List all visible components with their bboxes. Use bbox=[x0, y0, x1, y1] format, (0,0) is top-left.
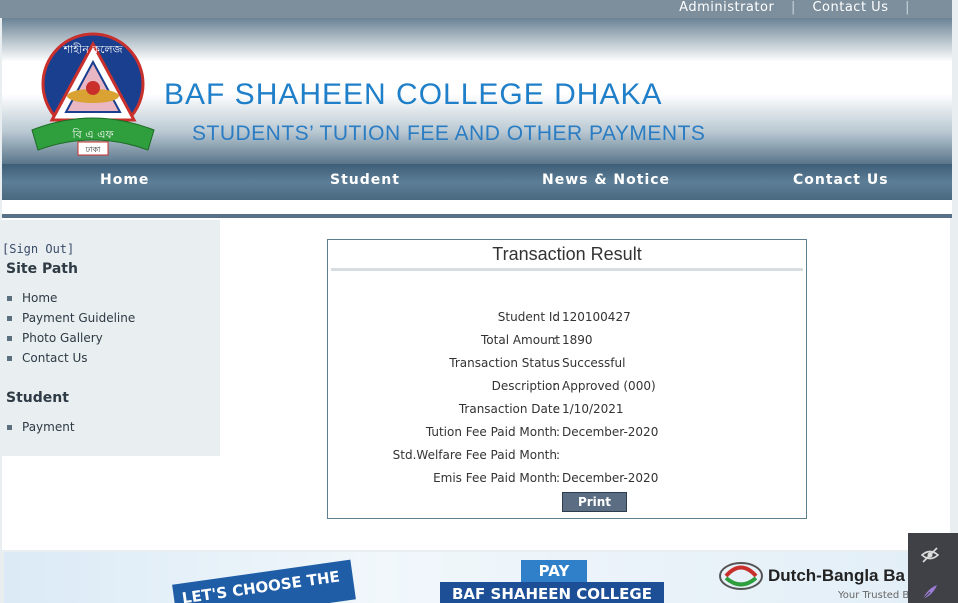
college-logo[interactable]: শাহীন কলেজ বি এ এফ ঢাকা bbox=[26, 26, 160, 156]
row-value: Approved (000) bbox=[562, 379, 656, 393]
row-label: Total Amount bbox=[481, 333, 560, 347]
row-student-id: Student Id:120100427 bbox=[328, 310, 806, 330]
row-colon: : bbox=[553, 356, 558, 370]
bullet-icon bbox=[7, 315, 12, 321]
row-value: Successful bbox=[562, 356, 626, 370]
site-path-heading: Site Path bbox=[6, 261, 78, 277]
nav-news-notice[interactable]: News & Notice bbox=[542, 172, 670, 188]
sidebar-item-payment-guideline[interactable]: Payment Guideline bbox=[7, 308, 135, 328]
eye-off-icon[interactable] bbox=[921, 546, 939, 564]
row-value: 1/10/2021 bbox=[562, 402, 624, 416]
top-links: Administrator | Contact Us | bbox=[673, 0, 916, 15]
college-subtitle: STUDENTS’ TUTION FEE AND OTHER PAYMENTS bbox=[192, 122, 706, 145]
sidebar-item-payment[interactable]: Payment bbox=[7, 417, 75, 437]
payment-banner[interactable]: LET'S CHOOSE THE PAY BAF SHAHEEN COLLEGE… bbox=[4, 552, 948, 603]
row-colon: : bbox=[556, 425, 561, 439]
row-label: Student Id bbox=[497, 310, 560, 324]
row-label: Tution Fee Paid Month bbox=[425, 425, 557, 439]
sidebar-item-label: Contact Us bbox=[22, 351, 88, 365]
sidebar-item-label: Photo Gallery bbox=[22, 331, 103, 345]
top-separator: | bbox=[790, 0, 796, 15]
row-colon: : bbox=[556, 448, 561, 462]
sign-out-link[interactable]: [Sign Out] bbox=[2, 242, 74, 256]
site-path-list: Home Payment Guideline Photo Gallery Con… bbox=[7, 288, 135, 368]
sidebar: [Sign Out] Site Path Home Payment Guidel… bbox=[2, 220, 220, 456]
row-value: December-2020 bbox=[562, 471, 659, 485]
row-label: Std.Welfare Fee Paid Month bbox=[392, 448, 557, 462]
bank-name: Dutch-Bangla Ba bbox=[768, 566, 905, 585]
row-colon: : bbox=[556, 471, 561, 485]
bullet-icon bbox=[7, 355, 12, 361]
administrator-link[interactable]: Administrator bbox=[679, 0, 774, 15]
logo-text-bottom: বি এ এফ bbox=[71, 128, 114, 141]
row-colon: : bbox=[553, 310, 558, 324]
row-colon: : bbox=[553, 379, 558, 393]
panel-title: Transaction Result bbox=[492, 244, 642, 264]
row-value: 120100427 bbox=[562, 310, 631, 324]
print-button[interactable]: Print bbox=[562, 492, 627, 512]
row-transaction-date: Transaction Date:1/10/2021 bbox=[328, 402, 806, 422]
row-total-amount: Total Amount:1890 bbox=[328, 333, 806, 353]
sidebar-item-label: Home bbox=[22, 291, 58, 305]
banner-tagline: LET'S CHOOSE THE bbox=[172, 559, 356, 603]
logo-text-city: ঢাকা bbox=[85, 145, 101, 154]
college-title: BAF SHAHEEN COLLEGE DHAKA bbox=[164, 78, 663, 111]
sidebar-item-photo-gallery[interactable]: Photo Gallery bbox=[7, 328, 135, 348]
logo-text-top: শাহীন কলেজ bbox=[63, 43, 123, 56]
sidebar-item-label: Payment bbox=[22, 420, 75, 434]
site-header: শাহীন কলেজ বি এ এফ ঢাকা BAF SHAHEEN COLL… bbox=[2, 18, 952, 164]
banner-college-label: BAF SHAHEEN COLLEGE bbox=[440, 582, 664, 603]
top-bar: Administrator | Contact Us | bbox=[0, 0, 952, 18]
bank-tagline: Your Trusted B bbox=[838, 590, 910, 601]
row-description: Description: Approved (000) bbox=[328, 379, 806, 399]
row-label: Transaction Status bbox=[449, 356, 560, 370]
panel-divider bbox=[331, 268, 803, 271]
floating-widget bbox=[908, 533, 958, 603]
row-colon: : bbox=[553, 402, 558, 416]
row-label: Description bbox=[491, 379, 560, 393]
top-contact-link[interactable]: Contact Us bbox=[812, 0, 888, 15]
nav-contact-us[interactable]: Contact Us bbox=[793, 172, 889, 188]
quill-icon[interactable] bbox=[921, 583, 939, 601]
content-area: [Sign Out] Site Path Home Payment Guidel… bbox=[2, 218, 950, 550]
row-value: 1890 bbox=[562, 333, 593, 347]
transaction-result-panel: Transaction Result Student Id:120100427 … bbox=[327, 239, 807, 519]
row-colon: : bbox=[553, 333, 558, 347]
row-value: December-2020 bbox=[562, 425, 659, 439]
bullet-icon bbox=[7, 295, 12, 301]
row-welfare-fee-month: Std.Welfare Fee Paid Month: bbox=[328, 448, 806, 468]
row-tution-fee-month: Tution Fee Paid Month: December-2020 bbox=[328, 425, 806, 445]
sidebar-item-label: Payment Guideline bbox=[22, 311, 136, 325]
nav-student[interactable]: Student bbox=[330, 172, 400, 188]
row-label: Emis Fee Paid Month bbox=[433, 471, 557, 485]
row-transaction-status: Transaction Status: Successful bbox=[328, 356, 806, 376]
student-list: Payment bbox=[7, 417, 75, 437]
nav-home[interactable]: Home bbox=[100, 172, 149, 188]
row-label: Transaction Date bbox=[458, 402, 560, 416]
banner-pay-label: PAY bbox=[521, 560, 587, 582]
sidebar-item-home[interactable]: Home bbox=[7, 288, 135, 308]
row-emis-fee-month: Emis Fee Paid Month: December-2020 bbox=[328, 471, 806, 491]
dbbl-logo-icon bbox=[719, 562, 763, 590]
student-heading: Student bbox=[6, 390, 69, 406]
bullet-icon bbox=[7, 335, 12, 341]
nav-spacer bbox=[2, 200, 952, 214]
sidebar-item-contact-us[interactable]: Contact Us bbox=[7, 348, 135, 368]
bullet-icon bbox=[7, 424, 12, 430]
main-nav: Home Student News & Notice Contact Us bbox=[2, 164, 952, 200]
top-separator-end: | bbox=[905, 0, 910, 15]
